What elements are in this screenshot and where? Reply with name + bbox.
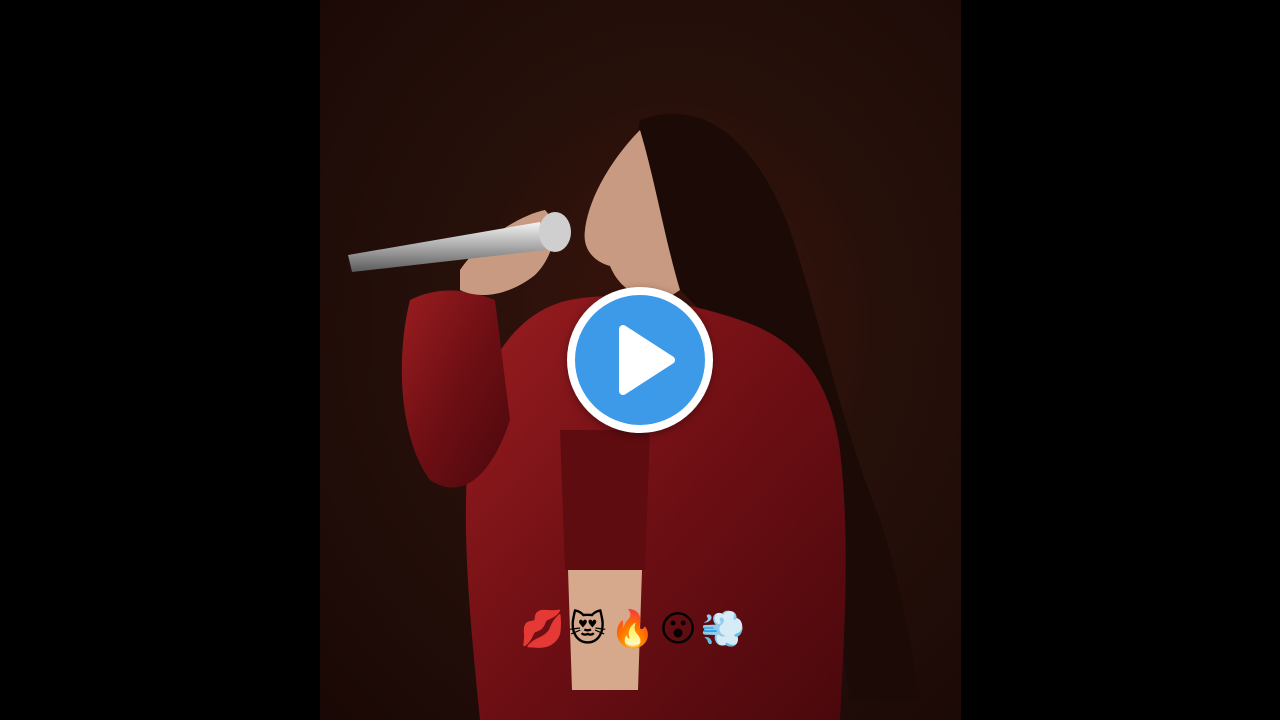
heart-eyes-cat-emoji: 😻 (568, 609, 607, 650)
kiss-mark-emoji: 💋 (520, 609, 565, 650)
play-button[interactable] (567, 287, 713, 433)
surprised-face-emoji: 😮 (659, 609, 697, 650)
emoji-caption: 💋 😻 🔥 😮 💨 (520, 606, 760, 654)
fire-emoji: 🔥 (610, 609, 656, 650)
dash-emoji: 💨 (700, 609, 746, 650)
play-icon (619, 325, 675, 395)
video-player[interactable]: 💋 😻 🔥 😮 💨 (0, 0, 1280, 720)
